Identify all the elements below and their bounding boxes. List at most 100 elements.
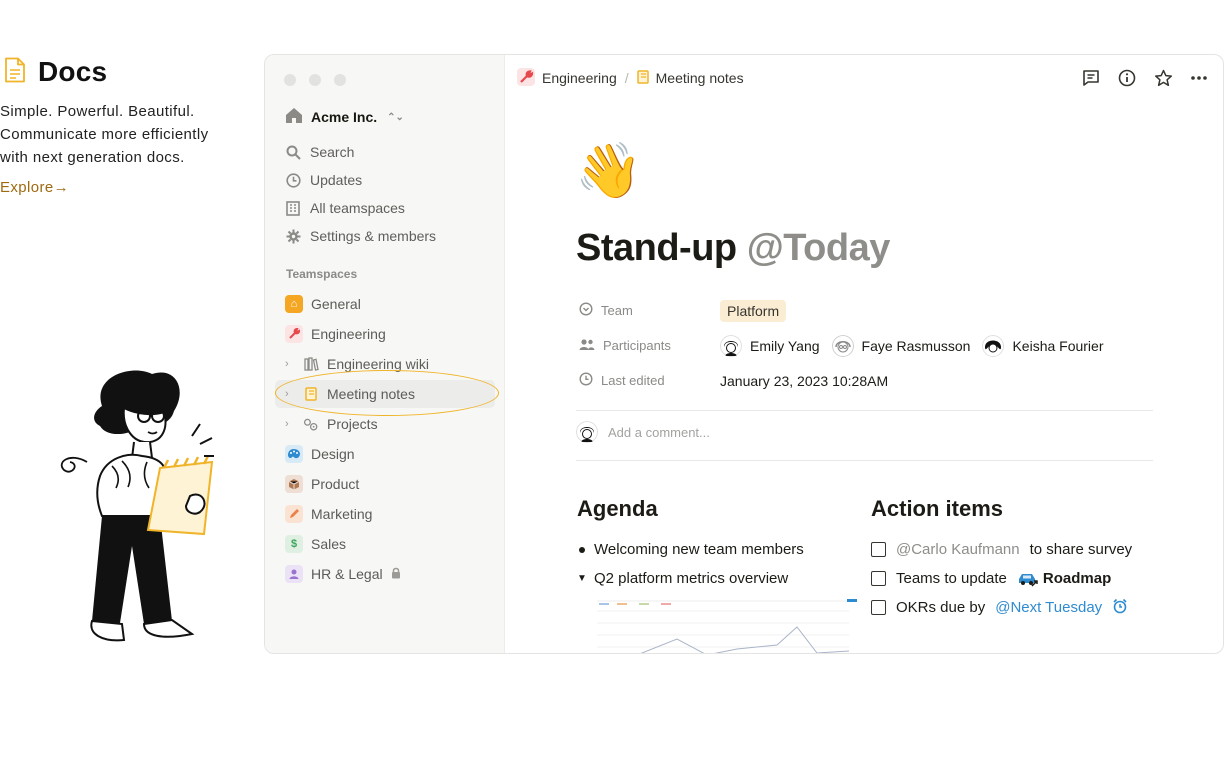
teamspace-label: Engineering (311, 326, 386, 342)
page-label: Engineering wiki (327, 356, 429, 372)
teamspace-label: Design (311, 446, 355, 462)
page-properties: Team Platform Participants Emily Yang Fa… (579, 293, 1104, 398)
notebook-icon (303, 386, 319, 402)
page-label: Meeting notes (327, 386, 415, 402)
list-item-text: Q2 platform metrics overview (594, 570, 789, 587)
breadcrumb-engineering[interactable]: Engineering (542, 70, 617, 86)
comments-icon[interactable] (1081, 68, 1101, 88)
participant[interactable]: Faye Rasmusson (831, 334, 970, 357)
page-title[interactable]: Stand-up @Today (576, 227, 890, 270)
comment-input[interactable]: Add a comment... (576, 421, 710, 443)
wrench-icon (285, 325, 303, 343)
toggle-item[interactable]: ▼ Q2 platform metrics overview (577, 564, 804, 593)
todo-checkbox[interactable] (871, 571, 886, 586)
person-icon (285, 565, 303, 583)
list-item[interactable]: Welcoming new team members (577, 535, 804, 564)
sidebar-item-search[interactable]: Search (285, 138, 436, 166)
sidebar-item-label: Settings & members (310, 228, 437, 244)
search-icon (285, 144, 301, 160)
page-engineering-wiki[interactable]: › Engineering wiki (285, 349, 495, 379)
app-window: Acme Inc. ⌃⌄ Search Updates All teamspac… (264, 54, 1224, 654)
sidebar-item-label: Updates (310, 172, 363, 188)
comment-placeholder: Add a comment... (608, 424, 710, 440)
teamspace-product[interactable]: Product (285, 469, 495, 499)
property-key: Participants (579, 338, 720, 354)
property-last-edited[interactable]: Last edited January 23, 2023 10:28AM (579, 363, 1104, 398)
participant[interactable]: Emily Yang (720, 334, 820, 357)
property-value: Emily Yang Faye Rasmusson Keisha Fourier (720, 334, 1104, 357)
more-options-icon[interactable] (1189, 68, 1209, 88)
page-emoji-icon[interactable]: 👋 (575, 141, 642, 201)
sidebar-item-settings[interactable]: Settings & members (285, 222, 436, 250)
teamspaces-heading: Teamspaces (286, 267, 358, 281)
todo-checkbox[interactable] (871, 542, 886, 557)
topbar: Engineering / Meeting notes (517, 67, 1209, 89)
chevron-up-down-icon: ⌃⌄ (387, 111, 404, 123)
pencil-icon (285, 505, 303, 523)
todo-item[interactable]: Teams to update Roadmap (871, 564, 1132, 593)
page-title-text: Stand-up (576, 227, 737, 269)
participant[interactable]: Keisha Fourier (982, 334, 1104, 357)
teamspace-marketing[interactable]: Marketing (285, 499, 495, 529)
clock-icon (579, 372, 593, 389)
page-link-roadmap[interactable]: Roadmap (1017, 570, 1111, 587)
teamspace-hr-legal[interactable]: HR & Legal (285, 559, 495, 589)
participant-name: Keisha Fourier (1012, 337, 1104, 354)
wrench-icon (517, 67, 535, 89)
person-with-notepad-illustration (60, 370, 214, 642)
embedded-chart-thumbnail (597, 599, 857, 653)
property-label: Last edited (601, 373, 665, 388)
select-icon (579, 302, 593, 319)
window-close-button[interactable] (284, 74, 296, 86)
info-icon[interactable] (1117, 68, 1137, 88)
property-team[interactable]: Team Platform (579, 293, 1104, 328)
home-icon (285, 107, 303, 127)
window-maximize-button[interactable] (334, 74, 346, 86)
sidebar-item-updates[interactable]: Updates (285, 166, 436, 194)
property-key: Team (579, 302, 720, 319)
intro-line: Communicate more efficiently (0, 126, 209, 143)
todo-checkbox[interactable] (871, 600, 886, 615)
teamspace-engineering[interactable]: Engineering (285, 319, 495, 349)
page-actions (1081, 68, 1209, 88)
car-icon (1018, 573, 1038, 587)
toggle-triangle-icon[interactable]: ▼ (577, 573, 587, 584)
breadcrumb-separator: / (624, 70, 629, 86)
teamspace-sales[interactable]: $ Sales (285, 529, 495, 559)
bullet-icon (579, 546, 585, 553)
palette-icon (285, 445, 303, 463)
star-icon[interactable] (1153, 68, 1173, 88)
sidebar: Acme Inc. ⌃⌄ Search Updates All teamspac… (265, 55, 505, 653)
date-mention[interactable]: @Today (747, 227, 891, 269)
chevron-right-icon[interactable]: › (285, 358, 293, 370)
page-meeting-notes[interactable]: › Meeting notes (275, 370, 499, 416)
todo-text: OKRs due by (896, 599, 986, 616)
explore-link[interactable]: Explore→ (0, 179, 69, 196)
page: Docs Simple. Powerful. Beautiful. Commun… (0, 0, 1225, 780)
chevron-right-icon[interactable]: › (285, 418, 293, 430)
intro-title: Docs (38, 56, 108, 87)
window-controls (284, 74, 346, 86)
avatar (720, 334, 742, 357)
sidebar-item-all-teamspaces[interactable]: All teamspaces (285, 194, 436, 222)
gear-icon (285, 228, 301, 244)
agenda-heading: Agenda (577, 496, 658, 521)
team-tag[interactable]: Platform (720, 299, 787, 322)
date-mention[interactable]: @Next Tuesday (995, 599, 1102, 616)
property-value: Platform (720, 299, 787, 322)
page-projects[interactable]: › Projects (285, 409, 495, 439)
todo-item[interactable]: OKRs due by @Next Tuesday (871, 593, 1132, 622)
teamspace-general[interactable]: ⌂ General (285, 289, 495, 319)
breadcrumb-meeting-notes[interactable]: Meeting notes (656, 70, 744, 86)
page-link-label: Roadmap (1042, 570, 1112, 587)
property-participants[interactable]: Participants Emily Yang Faye Rasmusson K… (579, 328, 1104, 363)
teamspace-design[interactable]: Design (285, 439, 495, 469)
intro-line: Simple. Powerful. Beautiful. (0, 103, 195, 120)
action-items-heading: Action items (871, 496, 1004, 521)
workspace-switcher[interactable]: Acme Inc. ⌃⌄ (285, 107, 404, 127)
avatar (576, 421, 598, 443)
window-minimize-button[interactable] (309, 74, 321, 86)
todo-item[interactable]: @Carlo Kaufmann to share survey (871, 535, 1132, 564)
person-mention[interactable]: @Carlo Kaufmann (896, 541, 1020, 558)
chevron-right-icon[interactable]: › (285, 388, 293, 400)
